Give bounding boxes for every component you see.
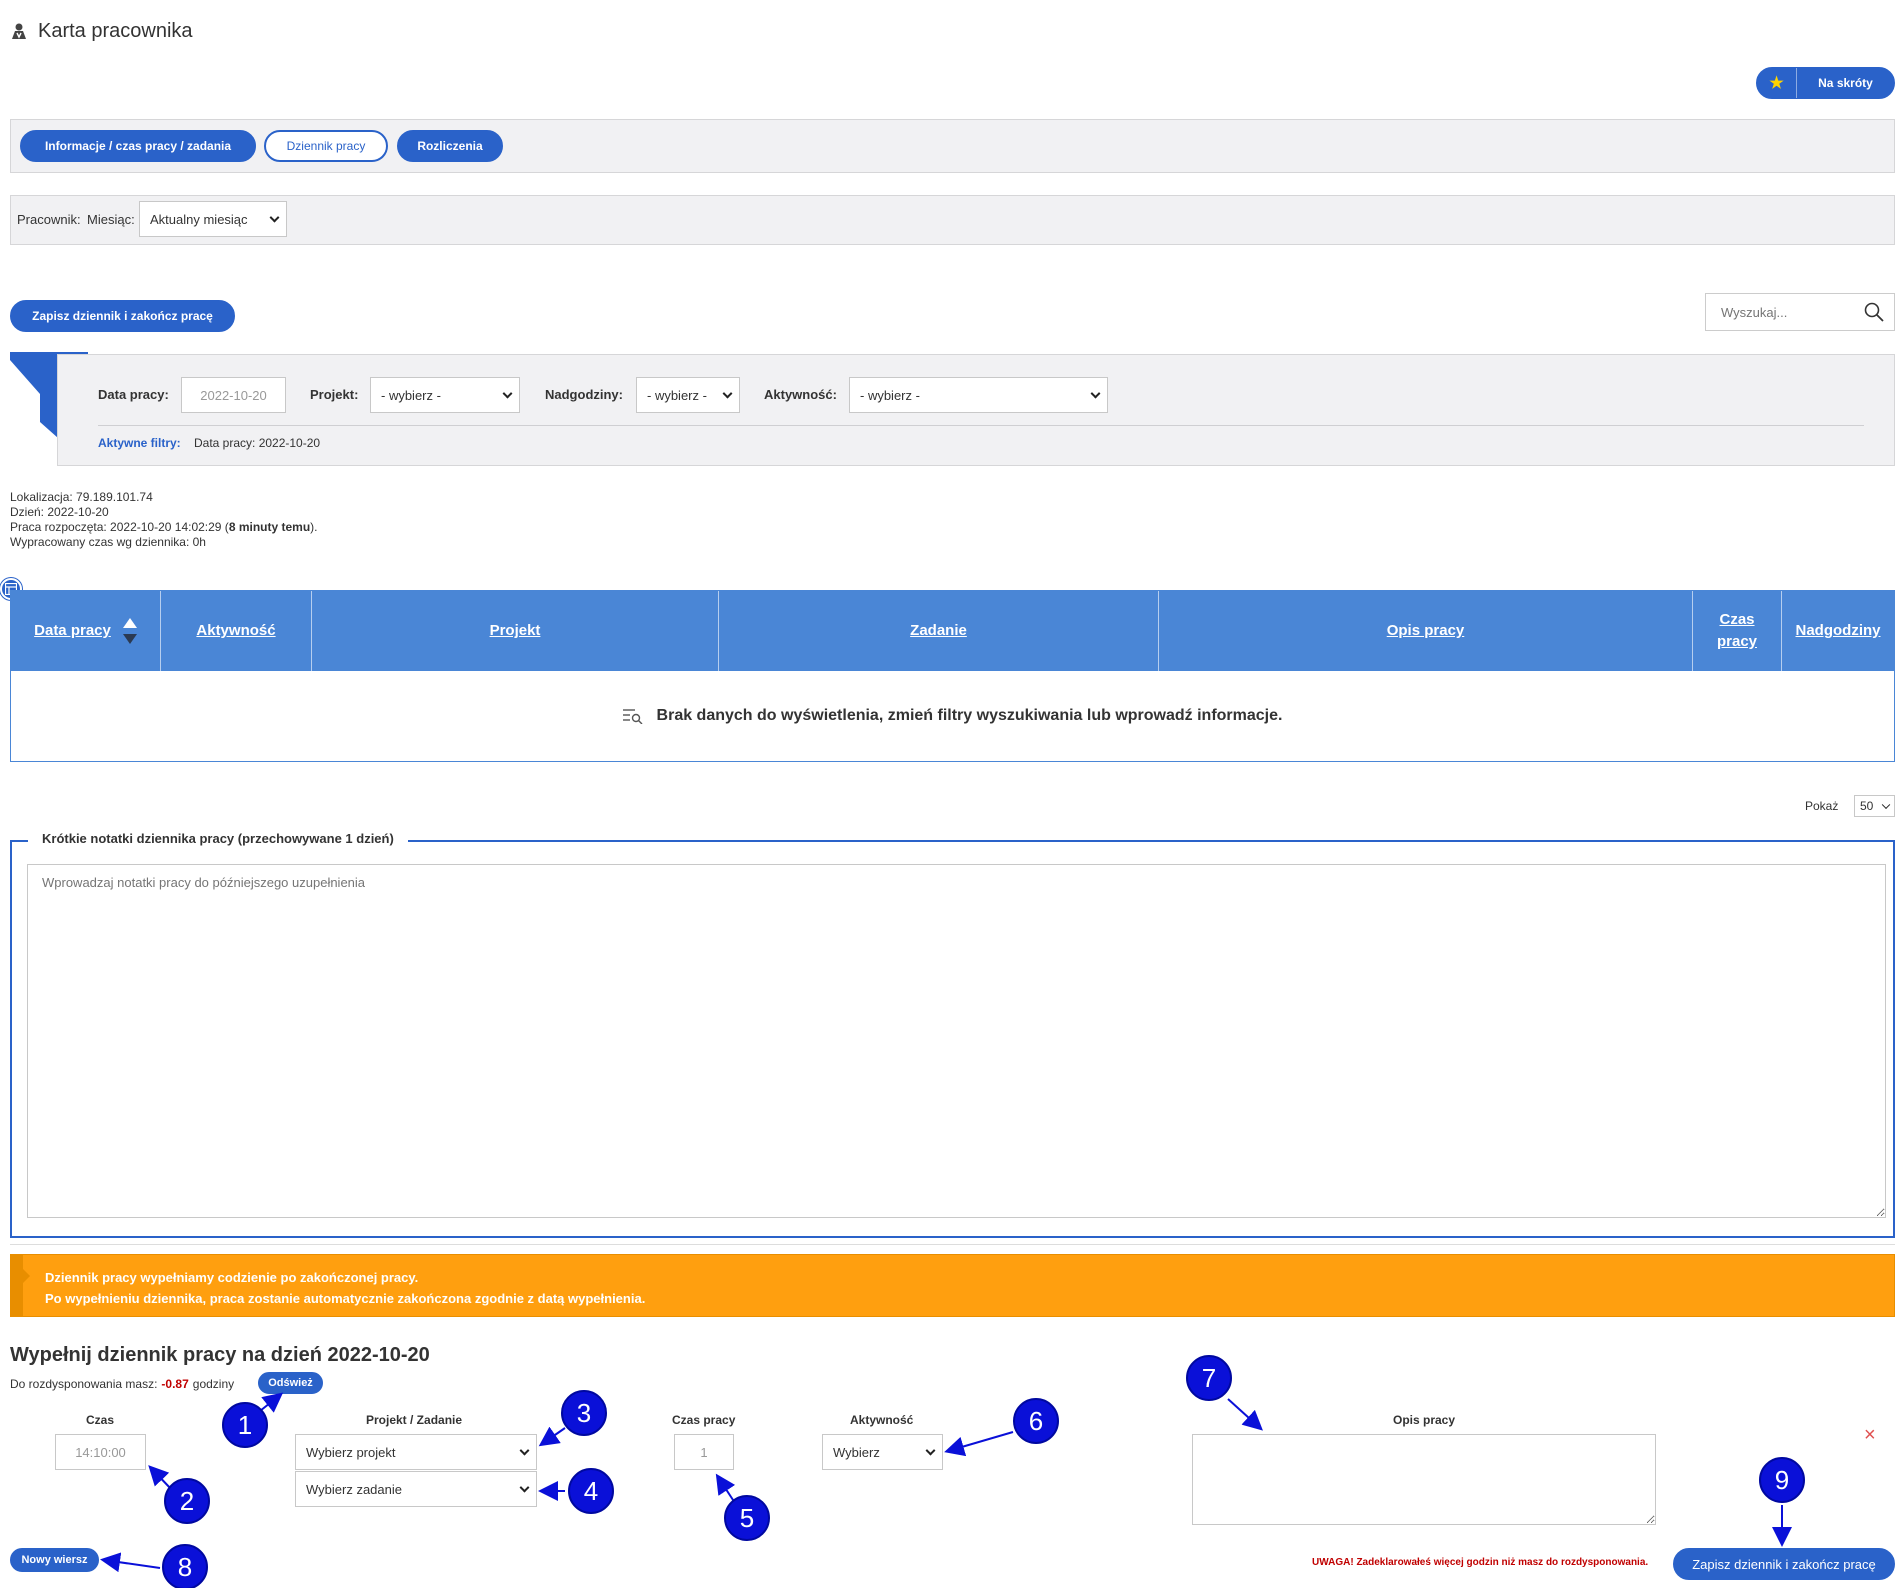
page-header: Karta pracownika bbox=[10, 18, 193, 44]
empty-message: Brak danych do wyświetlenia, zmień filtr… bbox=[11, 671, 1894, 761]
show-label: Pokaż bbox=[1805, 799, 1839, 813]
sort-icon bbox=[122, 618, 137, 644]
shortcuts-button[interactable]: ★ Na skróty bbox=[1756, 67, 1895, 99]
marker-8: 8 bbox=[162, 1544, 208, 1588]
user-icon bbox=[12, 23, 26, 39]
work-info: Lokalizacja: 79.189.101.74 Dzień: 2022-1… bbox=[10, 490, 318, 549]
page-title: Karta pracownika bbox=[38, 19, 193, 42]
marker-7: 7 bbox=[1186, 1355, 1232, 1401]
marker-3: 3 bbox=[561, 1390, 607, 1436]
employee-filter-bar bbox=[10, 195, 1895, 245]
tab-info[interactable]: Informacje / czas pracy / zadania bbox=[20, 130, 256, 162]
description-textarea[interactable] bbox=[1192, 1434, 1656, 1525]
chevron-down-icon bbox=[722, 388, 733, 399]
chevron-down-icon bbox=[925, 1445, 936, 1456]
month-select[interactable]: Aktualny miesiąc bbox=[139, 201, 287, 237]
time-input[interactable]: 14:10:00 bbox=[55, 1434, 146, 1470]
search-box bbox=[1705, 293, 1895, 331]
remove-row-icon[interactable]: × bbox=[1864, 1424, 1876, 1447]
tab-work-log[interactable]: Dziennik pracy bbox=[264, 130, 388, 162]
active-filters-value: Data pracy: 2022-10-20 bbox=[194, 436, 321, 450]
filter-project-select[interactable]: - wybierz - bbox=[370, 377, 520, 413]
col-description[interactable]: Opis pracy bbox=[1159, 591, 1693, 671]
marker-9: 9 bbox=[1759, 1457, 1805, 1503]
remaining-hours: Do rozdysponowania masz: -0.87 godziny bbox=[10, 1377, 235, 1391]
data-table: Data pracy Aktywność Projekt Zadanie Opi… bbox=[10, 590, 1895, 762]
marker-1: 1 bbox=[222, 1402, 268, 1448]
chevron-down-icon bbox=[1881, 800, 1891, 810]
month-label: Miesiąc: bbox=[87, 212, 135, 227]
task-select[interactable]: Wybierz zadanie bbox=[295, 1471, 537, 1507]
col-overtime[interactable]: Nadgodziny bbox=[1782, 591, 1894, 671]
save-top-button[interactable]: Zapisz dziennik i zakończ pracę bbox=[10, 300, 235, 332]
chevron-down-icon bbox=[502, 388, 513, 399]
marker-5: 5 bbox=[724, 1495, 770, 1541]
chevron-down-icon bbox=[519, 1445, 530, 1456]
warning-text: UWAGA! Zadeklarowałeś więcej godzin niż … bbox=[1312, 1557, 1649, 1568]
filter-overtime-select[interactable]: - wybierz - bbox=[636, 377, 740, 413]
col-project[interactable]: Projekt bbox=[312, 591, 719, 671]
marker-6: 6 bbox=[1013, 1398, 1059, 1444]
activity-select[interactable]: Wybierz bbox=[822, 1434, 943, 1470]
col-worktime[interactable]: Czas pracy bbox=[1693, 591, 1782, 671]
alert-arrow bbox=[23, 1269, 30, 1283]
filter-divider bbox=[98, 425, 1864, 426]
notes-textarea[interactable] bbox=[27, 864, 1886, 1218]
marker-4: 4 bbox=[568, 1468, 614, 1514]
search-icon[interactable] bbox=[1864, 302, 1884, 322]
refresh-button[interactable]: Odśwież bbox=[258, 1372, 323, 1394]
search-list-icon bbox=[622, 709, 643, 724]
col-activity[interactable]: Aktywność bbox=[161, 591, 312, 671]
worktime-input[interactable]: 1 bbox=[674, 1434, 734, 1470]
new-row-button[interactable]: Nowy wiersz bbox=[10, 1548, 99, 1572]
marker-2: 2 bbox=[164, 1478, 210, 1524]
filter-date-input[interactable]: 2022-10-20 bbox=[181, 377, 286, 413]
tab-settlements[interactable]: Rozliczenia bbox=[397, 130, 503, 162]
employee-label: Pracownik: bbox=[17, 212, 81, 227]
table-header: Data pracy Aktywność Projekt Zadanie Opi… bbox=[11, 591, 1894, 671]
col-task[interactable]: Zadanie bbox=[719, 591, 1159, 671]
page-size-select[interactable]: 50 bbox=[1854, 795, 1895, 817]
col-date[interactable]: Data pracy bbox=[11, 591, 161, 671]
chevron-down-icon bbox=[269, 212, 280, 223]
notes-legend: Krótkie notatki dziennika pracy (przecho… bbox=[28, 831, 408, 846]
chevron-down-icon bbox=[1090, 388, 1101, 399]
active-filters-label: Aktywne filtry: bbox=[98, 436, 181, 450]
search-input[interactable] bbox=[1706, 294, 1856, 330]
form-title: Wypełnij dziennik pracy na dzień 2022-10… bbox=[10, 1344, 430, 1366]
project-select[interactable]: Wybierz projekt bbox=[295, 1434, 537, 1470]
save-bottom-button[interactable]: Zapisz dziennik i zakończ pracę bbox=[1673, 1548, 1895, 1580]
section-divider bbox=[10, 1244, 1895, 1245]
alert-banner: Dziennik pracy wypełniamy codzienie po z… bbox=[10, 1254, 1895, 1317]
star-icon: ★ bbox=[1757, 68, 1797, 98]
filter-activity-select[interactable]: - wybierz - bbox=[849, 377, 1108, 413]
chevron-down-icon bbox=[519, 1482, 530, 1493]
